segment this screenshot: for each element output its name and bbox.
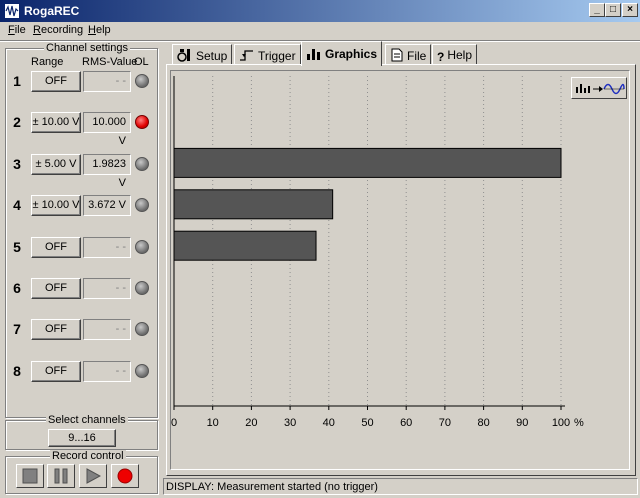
- bar-channel-4: [173, 230, 317, 261]
- x-tick-label: 0: [171, 417, 177, 429]
- x-tick-label: 20: [245, 417, 257, 429]
- x-tick-label: 40: [323, 417, 335, 429]
- x-unit-label: %: [574, 417, 584, 429]
- bar-channel-3: [173, 189, 334, 220]
- x-tick-label: 70: [439, 417, 451, 429]
- x-tick-label: 100: [552, 417, 570, 429]
- x-tick-label: 50: [361, 417, 373, 429]
- x-tick-label: 60: [400, 417, 412, 429]
- bar-chart: 0 10 20 30 40 50 60 70 80 90 100%: [171, 76, 584, 429]
- x-tick-label: 90: [516, 417, 528, 429]
- x-tick-label: 10: [207, 417, 219, 429]
- x-tick-label: 80: [477, 417, 489, 429]
- display-mode-toggle-button[interactable]: [571, 77, 627, 99]
- bar-channel-2: [173, 147, 562, 178]
- bars-to-waveform-icon: [576, 83, 625, 95]
- x-tick-label: 30: [284, 417, 296, 429]
